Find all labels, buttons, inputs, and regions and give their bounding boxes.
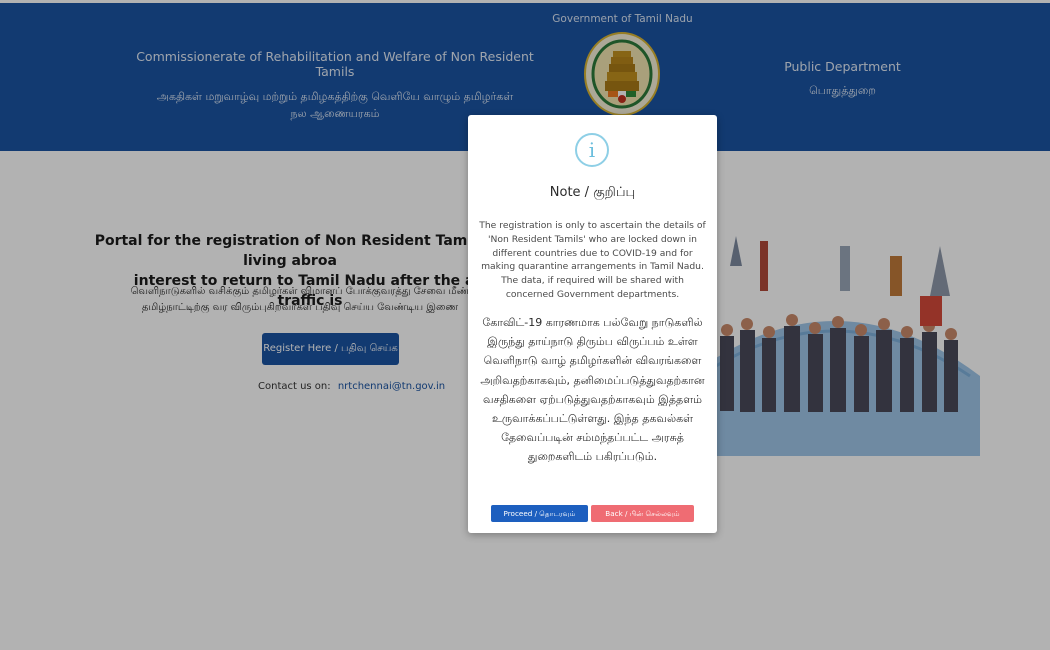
dialog-text-ta: கோவிட்-19 காரணமாக பல்வேறு நாடுகளில் இருந…	[480, 316, 705, 464]
back-button[interactable]: Back / பின் செல்லவும்	[591, 505, 694, 522]
info-icon: i	[575, 133, 609, 167]
note-dialog: i Note / குறிப்பு The registration is on…	[468, 115, 717, 533]
dialog-actions: Proceed / தொடரவும் Back / பின் செல்லவும்	[491, 505, 701, 522]
dialog-title: Note / குறிப்பு	[549, 185, 636, 200]
proceed-button[interactable]: Proceed / தொடரவும்	[491, 505, 588, 522]
dialog-text-en: The registration is only to ascertain th…	[479, 220, 706, 300]
